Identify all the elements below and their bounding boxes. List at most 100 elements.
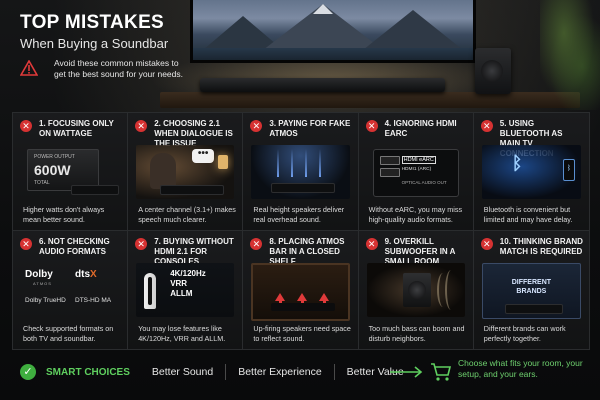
mistake-card-6: ✕ 6. NOT CHECKING AUDIO FORMATS Dolby AT… — [13, 231, 129, 349]
card-description: A center channel (3.1+) makes speech muc… — [138, 205, 236, 224]
speech-bubble-icon: ••• — [192, 149, 215, 163]
footer-note: Choose what fits your room, your setup, … — [458, 358, 583, 379]
game-console-image — [144, 273, 157, 309]
warning-callout: Avoid these common mistakes to get the b… — [20, 58, 190, 94]
x-circle-icon: ✕ — [250, 238, 263, 250]
arrow-right-icon — [390, 366, 423, 378]
divider — [333, 364, 335, 380]
smart-choices-label: SMART CHOICES — [46, 366, 130, 378]
page-title: TOP MISTAKES — [20, 12, 165, 33]
mistake-card-5: ✕ 5. USING BLUETOOTH AS MAIN TV CONNECTI… — [473, 113, 589, 231]
x-circle-icon: ✕ — [135, 120, 148, 132]
warning-triangle-icon — [20, 60, 38, 76]
optical-label: OPTICAL AUDIO OUT — [401, 180, 447, 185]
card-description: You may lose features like 4K/120Hz, VRR… — [138, 324, 226, 343]
card-description: Real height speakers deliver real overhe… — [253, 205, 345, 224]
tv-console — [160, 92, 580, 108]
audio-formats-illustration: Dolby ATMOS dtsX Dolby TrueHD DTS-HD MA — [21, 263, 119, 317]
card-description: Up-firing speakers need space to reflect… — [253, 324, 351, 343]
format-logos: Dolby ATMOS dtsX Dolby TrueHD DTS-HD MA — [25, 269, 119, 315]
wattage-illustration: POWER OUTPUT 600W TOTAL — [21, 145, 119, 199]
hdmi-arc-label: HDMI1 (ARC) — [401, 167, 432, 172]
x-circle-icon: ✕ — [20, 120, 32, 132]
warning-text: Avoid these common mistakes to get the b… — [54, 58, 184, 79]
soundbar-image — [71, 185, 119, 195]
soundbar-image — [200, 78, 445, 92]
power-output-value: 600W — [34, 162, 71, 178]
card-title: 3. PAYING FOR FAKE ATMOS — [269, 119, 351, 138]
mistakes-grid: ✕ 1. FOCUSING ONLY ON WATTAGE POWER OUTP… — [12, 112, 590, 350]
check-circle-icon: ✓ — [20, 364, 36, 380]
hdmi-port-panel: HDMI eARC HDMI1 (ARC) OPTICAL AUDIO OUT — [372, 149, 459, 197]
hdmi-port-icon — [379, 168, 400, 177]
card-description: Without eARC, you may miss high-quality … — [368, 205, 463, 224]
x-circle-icon: ✕ — [365, 238, 378, 250]
card-title: 10. THINKING BRAND MATCH IS REQUIRED — [499, 237, 583, 256]
bluetooth-icon: ᛒ — [511, 153, 523, 173]
x-circle-icon: ✕ — [20, 238, 32, 250]
plant-decoration — [540, 0, 600, 110]
x-circle-icon: ✕ — [480, 238, 493, 250]
dialogue-illustration: ••• — [136, 145, 235, 199]
card-description: Different brands can work perfectly toge… — [483, 324, 566, 343]
infographic-page: TOP MISTAKES When Buying a Soundbar Avoi… — [0, 0, 600, 400]
x-circle-icon: ✕ — [365, 120, 378, 132]
up-arrow-icon — [319, 293, 330, 311]
card-description: Too much bass can boom and disturb neigh… — [368, 324, 465, 343]
mistake-card-3: ✕ 3. PAYING FOR FAKE ATMOS Real height s… — [243, 113, 359, 231]
hdmi-port-icon — [379, 156, 400, 165]
sound-beam — [277, 149, 280, 177]
mistake-card-4: ✕ 4. IGNORING HDMI eARC HDMI eARC HDMI1 … — [358, 113, 474, 231]
tv-screen — [190, 0, 476, 63]
card-title: 4. IGNORING HDMI eARC — [384, 119, 457, 138]
dolby-logo: Dolby — [25, 269, 53, 280]
x-circle-icon: ✕ — [480, 120, 493, 132]
console-specs: 4K/120Hz VRR ALLM — [170, 269, 206, 299]
divider — [225, 364, 227, 380]
mistake-card-9: ✕ 9. OVERKILL SUBWOOFER IN A SMALL ROOM … — [358, 231, 474, 349]
dtshd-label: DTS-HD MA — [75, 297, 112, 304]
truehd-label: Dolby TrueHD — [25, 297, 66, 304]
footer-bar: ✓ SMART CHOICES Better Sound Better Expe… — [12, 352, 588, 392]
bluetooth-illustration: ᛒ ᛒ — [481, 145, 581, 199]
up-arrow-icon — [297, 293, 308, 311]
console-illustration: 4K/120Hz VRR ALLM — [136, 263, 235, 317]
x-circle-icon: ✕ — [250, 120, 263, 132]
card-title: 6. NOT CHECKING AUDIO FORMATS — [39, 237, 110, 256]
spec-4k120: 4K/120Hz — [170, 269, 206, 278]
sound-wave — [444, 270, 457, 310]
phone-image: ᛒ — [562, 159, 575, 181]
mistake-card-10: ✕ 10. THINKING BRAND MATCH IS REQUIRED D… — [473, 231, 589, 349]
card-description: Higher watts don't always mean better so… — [23, 205, 105, 224]
shopping-cart-icon — [431, 363, 452, 381]
hdmi-illustration: HDMI eARC HDMI1 (ARC) OPTICAL AUDIO OUT — [367, 145, 465, 199]
spec-allm: ALLM — [170, 289, 193, 298]
sound-beam — [291, 149, 294, 177]
footer-item-experience: Better Experience — [238, 366, 322, 378]
mistake-card-1: ✕ 1. FOCUSING ONLY ON WATTAGE POWER OUTP… — [13, 113, 129, 231]
footer-item-sound: Better Sound — [151, 366, 214, 378]
soundbar-image — [271, 183, 336, 193]
sound-beam — [319, 149, 322, 177]
soundbar-image — [271, 303, 336, 311]
spec-vrr: VRR — [170, 279, 188, 288]
card-title: 1. FOCUSING ONLY ON WATTAGE — [39, 119, 114, 138]
mistake-card-8: ✕ 8. PLACING ATMOS BAR IN A CLOSED SHELF… — [243, 231, 359, 349]
brands-illustration: DIFFERENT BRANDS — [481, 263, 581, 319]
card-description: Check supported formats on both TV and s… — [23, 324, 114, 343]
x-circle-icon: ✕ — [135, 238, 148, 250]
dts-x-logo: dtsX — [75, 269, 97, 280]
soundbar-image — [504, 304, 563, 314]
subwoofer-illustration — [366, 263, 465, 317]
shelf-illustration — [251, 263, 350, 321]
subwoofer-image — [402, 273, 431, 307]
subwoofer-image — [475, 48, 511, 94]
soundbar-image — [160, 185, 225, 195]
lamp-image — [218, 155, 229, 169]
card-description: Bluetooth is convenient but limited and … — [483, 205, 573, 224]
power-total-label: TOTAL — [34, 180, 50, 186]
atmos-illustration — [251, 145, 350, 199]
sound-beam — [305, 149, 308, 177]
power-output-label: POWER OUTPUT — [34, 154, 75, 160]
different-brands-label: DIFFERENT BRANDS — [511, 279, 552, 295]
